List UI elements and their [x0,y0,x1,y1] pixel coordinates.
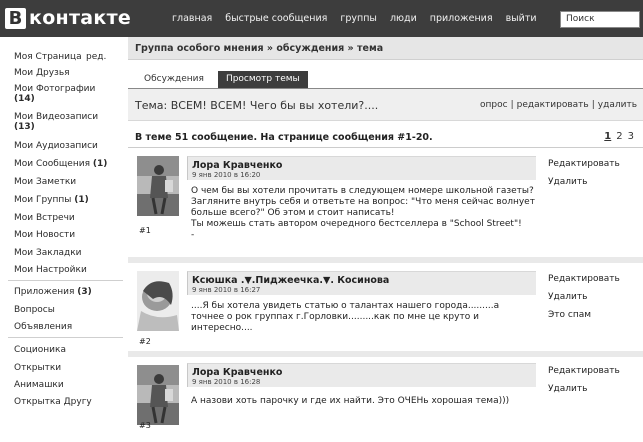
sidebar-item-notes[interactable]: Мои Заметки [14,177,76,187]
logo-text: контакте [29,6,132,29]
post-author[interactable]: Ксюшка .▼.Пиджеечка.▼. Косинова [192,275,536,286]
avatar-photo-icon [137,156,179,216]
nav-people[interactable]: люди [390,13,417,24]
sidebar-item-socionics[interactable]: Соционика [14,345,66,355]
sidebar-item-photos[interactable]: Мои Фотографии (14) [14,84,95,104]
post-body: Лора Кравченко 9 янв 2010 в 16:28 А назо… [187,363,536,407]
top-header: В контакте главная быстрые сообщения гру… [0,0,643,37]
tab-discussions[interactable]: Обсуждения [136,71,212,89]
page-1[interactable]: 1 [604,131,611,142]
delete-post-link[interactable]: Удалить [548,384,620,395]
avatar-photo-icon [137,365,179,425]
left-sidebar: Моя Страница ред. Мои Друзья Мои Фотогра… [0,37,126,442]
separator: | [510,100,514,110]
sidebar-item-news[interactable]: Мои Новости [14,230,75,240]
separator: | [591,100,595,110]
avatar[interactable] [137,156,179,216]
post-number: #3 [139,421,151,430]
logo-letter: В [5,7,26,29]
site-logo[interactable]: В контакте [5,6,131,30]
pagination: 1 2 3 [599,131,634,142]
sidebar-item-groups[interactable]: Мои Группы (1) [14,195,89,205]
sidebar-item-events[interactable]: Мои Встречи [14,213,75,223]
edit-post-link[interactable]: Редактировать [548,366,620,377]
page-3[interactable]: 3 [628,131,634,142]
sidebar-item-bookmarks[interactable]: Мои Закладки [14,248,81,258]
nav-groups[interactable]: группы [340,13,377,24]
post-header: Лора Кравченко 9 янв 2010 в 16:20 [187,156,536,180]
delete-post-link[interactable]: Удалить [548,292,620,303]
post-item: #3 Лора Кравченко 9 янв 2010 в 16:28 А н… [128,357,643,442]
nav-quick-messages[interactable]: быстрые сообщения [225,13,327,24]
post-date: 9 янв 2010 в 16:27 [192,286,261,294]
delete-post-link[interactable]: Удалить [548,177,620,188]
avatar-photo-icon [137,271,179,331]
sidebar-divider [8,280,123,281]
post-author[interactable]: Лора Кравченко [192,367,536,378]
sidebar-item-postcards[interactable]: Открытки [14,363,61,373]
breadcrumb-bar: Группа особого мнения » обсуждения » тем… [128,37,643,60]
sidebar-item-messages[interactable]: Мои Сообщения (1) [14,159,107,169]
topic-actions: опрос | редактировать | удалить [480,100,637,110]
report-spam-link[interactable]: Это спам [548,310,620,321]
sidebar-edit-link[interactable]: ред. [86,52,106,62]
post-text: О чем бы вы хотели прочитать в следующем… [191,186,535,240]
post-date: 9 янв 2010 в 16:28 [192,378,261,386]
sidebar-item-settings[interactable]: Мои Настройки [14,265,87,275]
nav-home[interactable]: главная [172,13,212,24]
post-number: #1 [139,226,151,235]
sidebar-divider [8,337,123,338]
sidebar-item-audio[interactable]: Мои Аудиозаписи [14,141,98,151]
sidebar-item-questions[interactable]: Вопросы [14,305,55,315]
topic-title: Тема: ВСЕМ! ВСЕМ! Чего бы вы хотели?.... [135,99,379,112]
message-count: В теме 51 сообщение. На странице сообщен… [135,132,433,143]
sidebar-item-friends[interactable]: Мои Друзья [14,68,70,78]
page-2[interactable]: 2 [616,131,622,142]
sidebar-item-applications[interactable]: Приложения (3) [14,287,92,297]
sidebar-item-animations[interactable]: Анимашки [14,380,64,390]
post-body: Ксюшка .▼.Пиджеечка.▼. Косинова 9 янв 20… [187,271,536,334]
delete-topic-link[interactable]: удалить [598,100,637,110]
post-actions: Редактировать Удалить [548,159,620,195]
sidebar-item-ads[interactable]: Объявления [14,322,72,332]
post-item: #1 Лора Кравченко 9 янв 2010 в 16:20 О ч… [128,148,643,252]
main-content: Группа особого мнения » обсуждения » тем… [128,37,643,442]
avatar[interactable] [137,271,179,331]
avatar[interactable] [137,365,179,425]
poll-link[interactable]: опрос [480,100,508,110]
post-author[interactable]: Лора Кравченко [192,160,536,171]
post-text: ....Я бы хотела увидеть статью о таланта… [191,301,500,333]
post-text: А назови хоть парочку и где их найти. Эт… [191,396,510,406]
edit-topic-link[interactable]: редактировать [517,100,589,110]
sidebar-item-videos[interactable]: Мои Видеозаписи (13) [14,112,98,132]
topic-header: Тема: ВСЕМ! ВСЕМ! Чего бы вы хотели?....… [128,89,643,121]
post-date: 9 янв 2010 в 16:20 [192,171,261,179]
edit-post-link[interactable]: Редактировать [548,274,620,285]
top-navigation: главная быстрые сообщения группы люди пр… [172,13,550,24]
breadcrumb[interactable]: Группа особого мнения » обсуждения » тем… [135,43,383,54]
nav-logout[interactable]: выйти [506,13,537,24]
tab-view-topic[interactable]: Просмотр темы [217,71,308,89]
edit-post-link[interactable]: Редактировать [548,159,620,170]
post-actions: Редактировать Удалить [548,366,620,402]
sidebar-item-my-page[interactable]: Моя Страница [14,52,82,62]
post-header: Лора Кравченко 9 янв 2010 в 16:28 [187,363,536,387]
nav-apps[interactable]: приложения [430,13,493,24]
search-input[interactable]: Поиск [560,11,640,28]
post-item: #2 Ксюшка .▼.Пиджеечка.▼. Косинова 9 янв… [128,263,643,351]
post-body: Лора Кравченко 9 янв 2010 в 16:20 О чем … [187,156,536,241]
tab-bar: Обсуждения Просмотр темы [136,71,308,89]
sidebar-item-postcard-friend[interactable]: Открытка Другу [14,397,92,407]
post-actions: Редактировать Удалить Это спам [548,274,620,328]
post-header: Ксюшка .▼.Пиджеечка.▼. Косинова 9 янв 20… [187,271,536,295]
post-number: #2 [139,337,151,346]
